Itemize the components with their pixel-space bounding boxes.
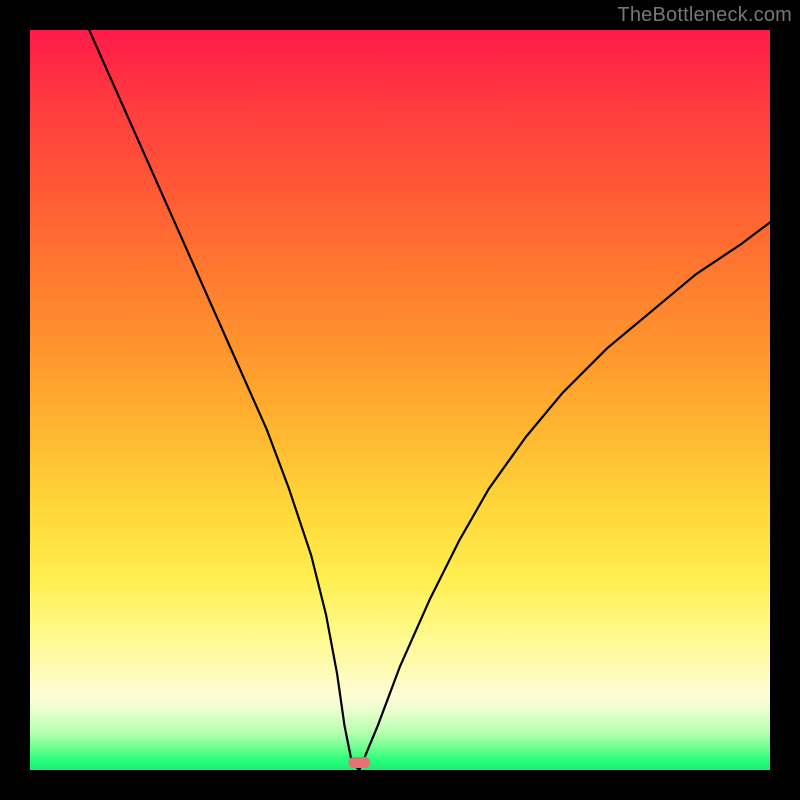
min-marker [348, 757, 370, 768]
curve-path [89, 30, 770, 770]
chart-frame: TheBottleneck.com [0, 0, 800, 800]
chart-svg [30, 30, 770, 770]
watermark-text: TheBottleneck.com [617, 4, 792, 27]
bottleneck-curve [89, 30, 770, 770]
plot-area [30, 30, 770, 770]
